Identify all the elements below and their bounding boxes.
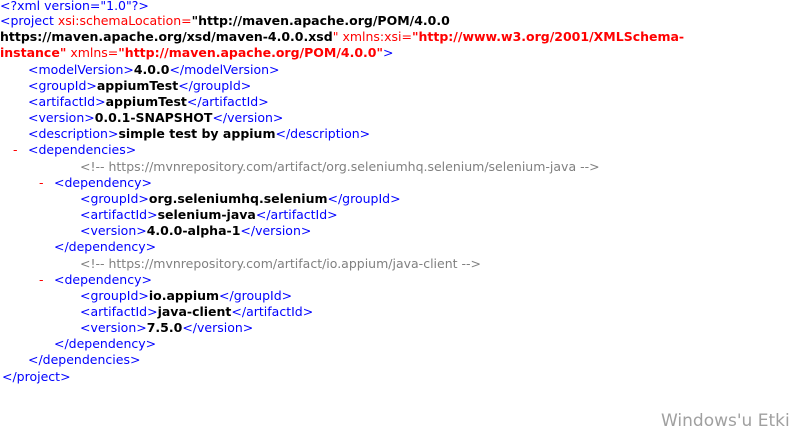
dependency-collapse-toggle[interactable]: -	[39, 174, 44, 191]
description-value: simple test by appium	[118, 126, 276, 141]
xmlns-attr-value: "http://maven.apache.org/POM/4.0.0"	[118, 45, 383, 60]
windows-activation-watermark: Windows'u Etki	[661, 411, 790, 431]
dependency-group-id-value: org.seleniumhq.selenium	[148, 191, 328, 206]
dependency-version-close-tag: </version>	[240, 223, 312, 238]
xmlns-xsi-attr-name: xmlns:xsi=	[342, 29, 412, 44]
group-id-close-tag: </groupId>	[178, 78, 252, 93]
version-open-tag: <version>	[28, 110, 95, 125]
dependency-comment: <!-- https://mvnrepository.com/artifact/…	[80, 256, 481, 271]
dependency-version-open-tag: <version>	[80, 223, 147, 238]
dependency-artifact-id-value: selenium-java	[157, 207, 256, 222]
group-id-open-tag: <groupId>	[28, 78, 97, 93]
project-open-line-1: <project xsi:schemaLocation="http://mave…	[0, 12, 450, 29]
model-version-value: 4.0.0	[133, 62, 170, 77]
description-line: <description>simple test by appium</desc…	[28, 125, 370, 142]
project-open-tag-end: >	[382, 45, 394, 60]
dependency-version-line: <version>7.5.0</version>	[80, 319, 253, 336]
dependency-group-id-value: io.appium	[148, 288, 220, 303]
artifact-id-line: <artifactId>appiumTest</artifactId>	[28, 93, 269, 110]
project-open-tag: <project	[0, 13, 54, 28]
dependency-artifact-id-close-tag: </artifactId>	[231, 304, 314, 319]
artifact-id-open-tag: <artifactId>	[28, 94, 106, 109]
artifact-id-close-tag: </artifactId>	[186, 94, 269, 109]
schema-location-attr-name: xsi:schemaLocation=	[57, 13, 192, 28]
dependency-open-line: <dependency>	[54, 174, 152, 191]
dependency-artifact-id-line: <artifactId>selenium-java</artifactId>	[80, 206, 338, 223]
description-close-tag: </description>	[275, 126, 371, 141]
project-open-line-2: https://maven.apache.org/xsd/maven-4.0.0…	[0, 28, 684, 45]
description-open-tag: <description>	[28, 126, 119, 141]
schema-location-attr-close: "	[332, 29, 339, 44]
dependency-version-line: <version>4.0.0-alpha-1</version>	[80, 222, 311, 239]
dependency-artifact-id-open-tag: <artifactId>	[80, 207, 158, 222]
group-id-line: <groupId>appiumTest</groupId>	[28, 77, 251, 94]
dependency-open-line: <dependency>	[54, 271, 152, 288]
artifact-id-value: appiumTest	[105, 94, 187, 109]
dependencies-open-tag: <dependencies>	[28, 142, 137, 157]
dependency-artifact-id-close-tag: </artifactId>	[255, 207, 338, 222]
schema-location-attr-value-1: "http://maven.apache.org/POM/4.0.0	[191, 13, 450, 28]
dependency-group-id-open-tag: <groupId>	[80, 191, 149, 206]
project-close-tag: </project>	[2, 369, 71, 384]
dependencies-open-line: <dependencies>	[28, 141, 136, 158]
dependency-close-tag: </dependency>	[54, 239, 157, 254]
dependency-artifact-id-line: <artifactId>java-client</artifactId>	[80, 303, 313, 320]
dependency-group-id-close-tag: </groupId>	[219, 288, 293, 303]
dependency-collapse-toggle[interactable]: -	[39, 271, 44, 288]
dependency-close-line: </dependency>	[54, 238, 156, 255]
xmlns-xsi-attr-value-2: instance"	[0, 45, 67, 60]
dependency-version-open-tag: <version>	[80, 320, 147, 335]
version-value: 0.0.1-SNAPSHOT	[94, 110, 213, 125]
dependency-version-value: 4.0.0-alpha-1	[146, 223, 241, 238]
dependencies-close-tag: </dependencies>	[28, 352, 141, 367]
dependency-comment-line: <!-- https://mvnrepository.com/artifact/…	[80, 255, 481, 272]
dependency-version-value: 7.5.0	[146, 320, 183, 335]
xmlns-attr-name: xmlns=	[70, 45, 119, 60]
dependency-open-tag: <dependency>	[54, 272, 152, 287]
dependency-artifact-id-value: java-client	[157, 304, 232, 319]
dependency-close-tag: </dependency>	[54, 336, 157, 351]
dependency-comment-line: <!-- https://mvnrepository.com/artifact/…	[80, 158, 600, 175]
model-version-close-tag: </modelVersion>	[169, 62, 280, 77]
dependency-artifact-id-open-tag: <artifactId>	[80, 304, 158, 319]
version-close-tag: </version>	[212, 110, 284, 125]
project-close-line: </project>	[2, 368, 71, 385]
dependency-close-line: </dependency>	[54, 335, 156, 352]
project-open-line-3: instance" xmlns="http://maven.apache.org…	[0, 44, 393, 61]
dependency-group-id-line: <groupId>io.appium</groupId>	[80, 287, 292, 304]
version-line: <version>0.0.1-SNAPSHOT</version>	[28, 109, 283, 126]
dependency-group-id-open-tag: <groupId>	[80, 288, 149, 303]
dependencies-close-line: </dependencies>	[28, 351, 140, 368]
group-id-value: appiumTest	[96, 78, 179, 93]
dependency-version-close-tag: </version>	[182, 320, 254, 335]
dependency-group-id-line: <groupId>org.seleniumhq.selenium</groupI…	[80, 190, 401, 207]
model-version-line: <modelVersion>4.0.0</modelVersion>	[28, 61, 279, 78]
dependency-group-id-close-tag: </groupId>	[327, 191, 401, 206]
dependency-comment: <!-- https://mvnrepository.com/artifact/…	[80, 159, 600, 174]
dependencies-collapse-toggle[interactable]: -	[13, 141, 18, 158]
model-version-open-tag: <modelVersion>	[28, 62, 134, 77]
dependency-open-tag: <dependency>	[54, 175, 152, 190]
schema-location-attr-value-2: https://maven.apache.org/xsd/maven-4.0.0…	[0, 29, 333, 44]
xmlns-xsi-attr-value-1: "http://www.w3.org/2001/XMLSchema-	[412, 29, 685, 44]
